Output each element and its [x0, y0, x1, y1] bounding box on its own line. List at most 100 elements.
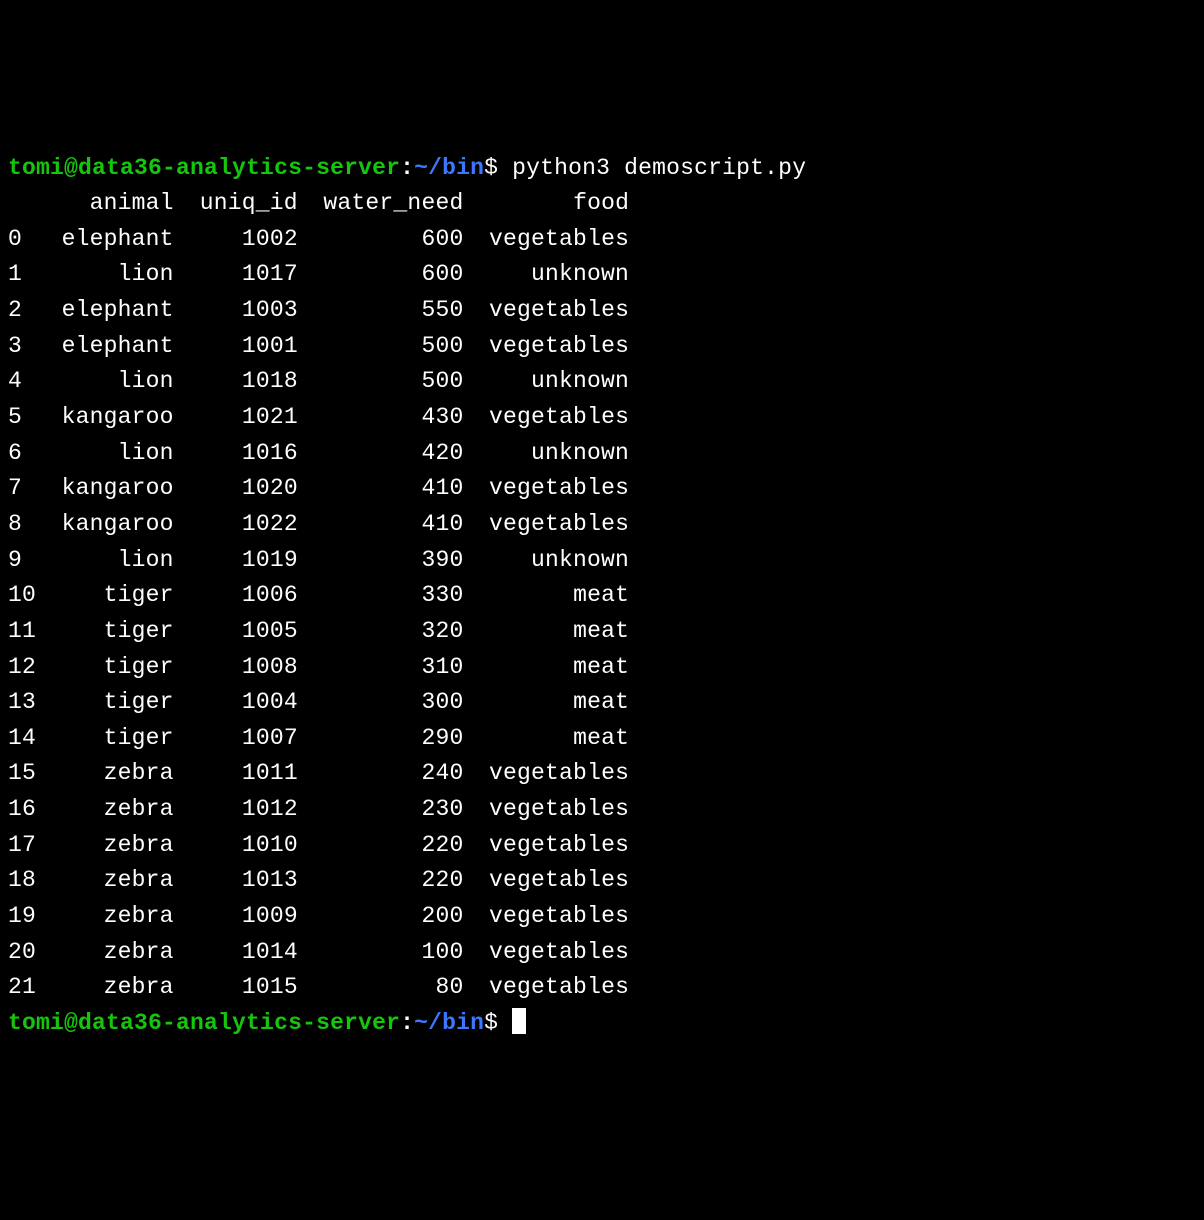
cell-water-need: 410 — [298, 507, 464, 543]
col-header-water-need: water_need — [298, 186, 464, 222]
prompt-host: data36-analytics-server — [78, 155, 400, 181]
table-row: 16zebra1012230vegetables — [8, 792, 1196, 828]
cell-animal: kangaroo — [36, 471, 174, 507]
cell-water-need: 300 — [298, 685, 464, 721]
prompt-path: ~/bin — [414, 155, 484, 181]
table-row: 18zebra1013220vegetables — [8, 863, 1196, 899]
cell-water-need: 320 — [298, 614, 464, 650]
table-row: 14tiger1007290meat — [8, 721, 1196, 757]
cursor-icon — [512, 1008, 526, 1034]
row-index: 21 — [8, 970, 36, 1006]
row-index: 8 — [8, 507, 36, 543]
cell-animal: zebra — [36, 792, 174, 828]
cell-uniq-id: 1009 — [174, 899, 298, 935]
cell-animal: zebra — [36, 970, 174, 1006]
table-row: 3elephant1001500vegetables — [8, 329, 1196, 365]
cell-food: unknown — [463, 364, 629, 400]
table-body: 0elephant1002600vegetables1lion1017600un… — [8, 222, 1196, 1006]
row-index: 5 — [8, 400, 36, 436]
cell-water-need: 390 — [298, 543, 464, 579]
row-index: 7 — [8, 471, 36, 507]
table-row: 15zebra1011240vegetables — [8, 756, 1196, 792]
cell-animal: tiger — [36, 650, 174, 686]
cell-water-need: 420 — [298, 436, 464, 472]
table-row: 17zebra1010220vegetables — [8, 828, 1196, 864]
cell-food: unknown — [463, 543, 629, 579]
row-index: 14 — [8, 721, 36, 757]
cell-water-need: 220 — [298, 828, 464, 864]
cell-uniq-id: 1018 — [174, 364, 298, 400]
cell-animal: kangaroo — [36, 507, 174, 543]
table-row: 4lion1018500unknown — [8, 364, 1196, 400]
prompt-at: @ — [64, 1010, 78, 1036]
cell-food: meat — [463, 685, 629, 721]
row-index: 0 — [8, 222, 36, 258]
cell-food: vegetables — [463, 970, 629, 1006]
row-index: 11 — [8, 614, 36, 650]
cell-water-need: 230 — [298, 792, 464, 828]
cell-uniq-id: 1007 — [174, 721, 298, 757]
cell-water-need: 500 — [298, 364, 464, 400]
cell-food: vegetables — [463, 828, 629, 864]
cell-water-need: 330 — [298, 578, 464, 614]
col-header-animal: animal — [36, 186, 174, 222]
table-row: 0elephant1002600vegetables — [8, 222, 1196, 258]
cell-food: vegetables — [463, 507, 629, 543]
cell-animal: zebra — [36, 828, 174, 864]
prompt-line: tomi@data36-analytics-server:~/bin$ pyth… — [8, 151, 1196, 187]
cell-food: unknown — [463, 436, 629, 472]
cell-food: meat — [463, 650, 629, 686]
cell-uniq-id: 1006 — [174, 578, 298, 614]
cell-water-need: 80 — [298, 970, 464, 1006]
cell-food: vegetables — [463, 471, 629, 507]
cell-food: vegetables — [463, 899, 629, 935]
table-row: 1lion1017600unknown — [8, 257, 1196, 293]
cell-uniq-id: 1010 — [174, 828, 298, 864]
table-row: 8kangaroo1022410vegetables — [8, 507, 1196, 543]
prompt-user: tomi — [8, 1010, 64, 1036]
cell-animal: tiger — [36, 614, 174, 650]
command-input[interactable] — [498, 1010, 512, 1036]
cell-water-need: 600 — [298, 257, 464, 293]
prompt-sep: : — [400, 1010, 414, 1036]
cell-water-need: 220 — [298, 863, 464, 899]
cell-animal: tiger — [36, 721, 174, 757]
cell-water-need: 600 — [298, 222, 464, 258]
prompt-host: data36-analytics-server — [78, 1010, 400, 1036]
col-header-uniq-id: uniq_id — [174, 186, 298, 222]
row-index: 20 — [8, 935, 36, 971]
table-row: 7kangaroo1020410vegetables — [8, 471, 1196, 507]
cell-uniq-id: 1012 — [174, 792, 298, 828]
cell-animal: lion — [36, 436, 174, 472]
cell-water-need: 100 — [298, 935, 464, 971]
cell-animal: lion — [36, 543, 174, 579]
table-row: 20zebra1014100vegetables — [8, 935, 1196, 971]
terminal[interactable]: tomi@data36-analytics-server:~/bin$ pyth… — [8, 151, 1196, 1042]
cell-water-need: 410 — [298, 471, 464, 507]
command-text: python3 demoscript.py — [498, 155, 806, 181]
cell-uniq-id: 1015 — [174, 970, 298, 1006]
table-row: 9lion1019390unknown — [8, 543, 1196, 579]
cell-uniq-id: 1019 — [174, 543, 298, 579]
cell-uniq-id: 1016 — [174, 436, 298, 472]
row-index: 18 — [8, 863, 36, 899]
cell-uniq-id: 1022 — [174, 507, 298, 543]
cell-animal: lion — [36, 364, 174, 400]
cell-uniq-id: 1004 — [174, 685, 298, 721]
cell-uniq-id: 1021 — [174, 400, 298, 436]
cell-food: vegetables — [463, 756, 629, 792]
cell-water-need: 200 — [298, 899, 464, 935]
cell-animal: tiger — [36, 578, 174, 614]
prompt-dollar: $ — [484, 155, 498, 181]
table-row: 19zebra1009200vegetables — [8, 899, 1196, 935]
cell-animal: kangaroo — [36, 400, 174, 436]
row-index: 16 — [8, 792, 36, 828]
cell-water-need: 500 — [298, 329, 464, 365]
cell-water-need: 430 — [298, 400, 464, 436]
cell-food: vegetables — [463, 935, 629, 971]
cell-uniq-id: 1013 — [174, 863, 298, 899]
cell-uniq-id: 1020 — [174, 471, 298, 507]
cell-food: vegetables — [463, 863, 629, 899]
cell-water-need: 550 — [298, 293, 464, 329]
cell-uniq-id: 1011 — [174, 756, 298, 792]
